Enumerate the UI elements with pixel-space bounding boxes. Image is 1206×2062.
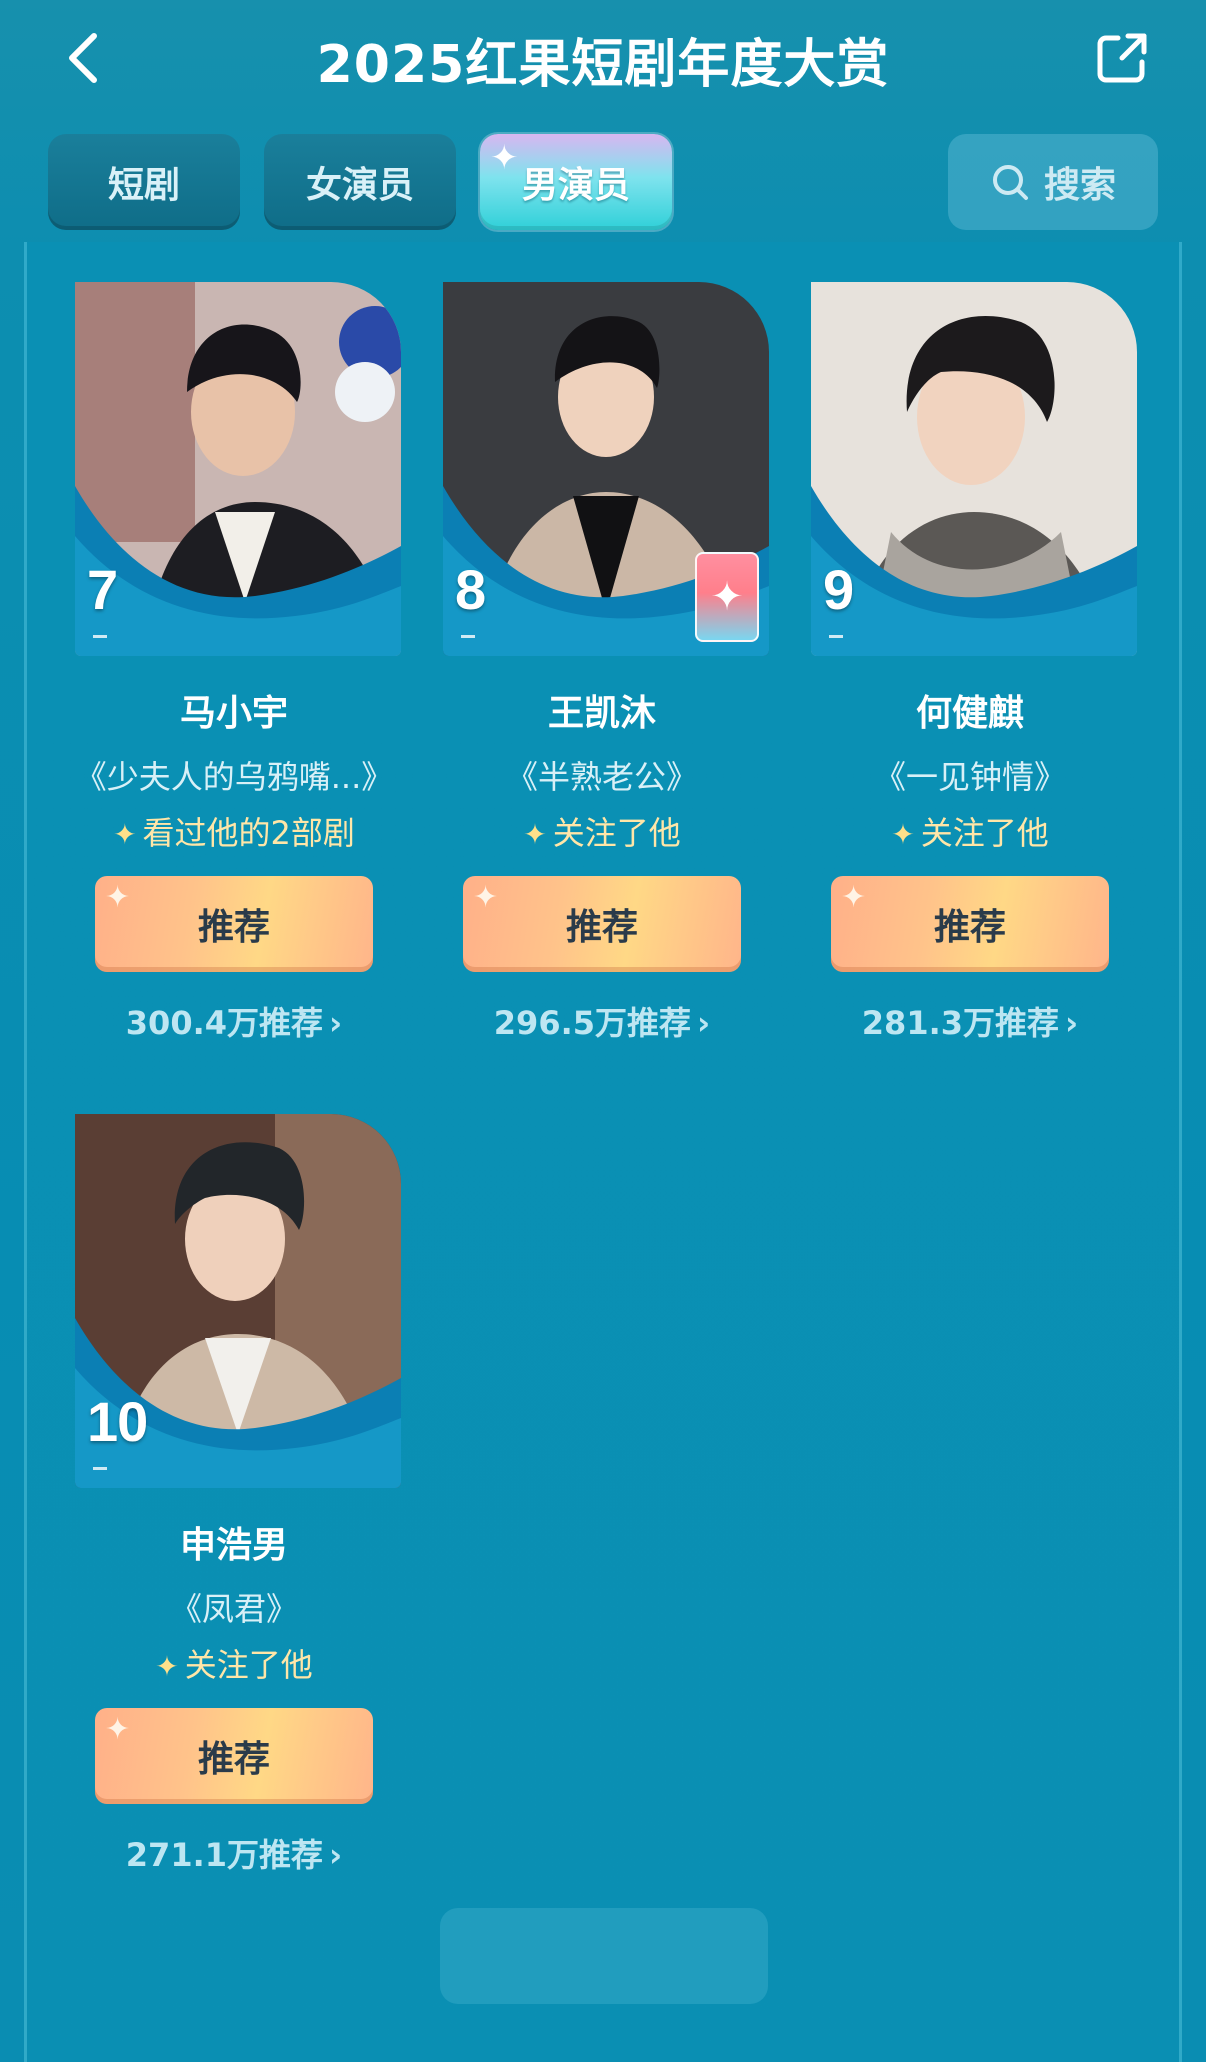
recommend-button[interactable]: ✦ 推荐 — [463, 876, 741, 972]
ranking-panel: 7 马小宇 《少夫人的乌鸦嘴...》 ✦ 看过他的2部剧 ✦ 推荐 300.4万推… — [24, 242, 1182, 2062]
recommend-count[interactable]: 296.5万推荐 › — [437, 998, 767, 1044]
drama-title[interactable]: 《半熟老公》 — [437, 752, 767, 798]
recommend-button[interactable]: ✦ 推荐 — [95, 876, 373, 972]
sparkle-icon: ✦ — [155, 1650, 179, 1683]
search-label: 搜索 — [1043, 165, 1116, 206]
recommend-label: 推荐 — [197, 907, 270, 948]
footer-button[interactable] — [440, 1908, 768, 2004]
tab-dramas[interactable]: 短剧 — [48, 134, 240, 230]
page: 2025红果短剧年度大赏 短剧 女演员 ✦ 男演员 搜索 7 马小宇 《少夫人的… — [0, 0, 1206, 2062]
actor-name: 申浩男 — [179, 1525, 288, 1566]
recommend-count[interactable]: 300.4万推荐 › — [69, 998, 399, 1044]
card-wave-decoration — [75, 486, 401, 656]
sparkle-icon: ✦ — [473, 880, 499, 915]
recommend-label: 推荐 — [933, 907, 1006, 948]
tab-actresses[interactable]: 女演员 — [264, 134, 456, 230]
chevron-right-icon: › — [329, 1004, 343, 1042]
actor-photo[interactable]: 7 — [75, 282, 401, 656]
tab-label: 短剧 — [107, 165, 180, 206]
recommend-button[interactable]: ✦ 推荐 — [831, 876, 1109, 972]
tab-actors[interactable]: ✦ 男演员 — [480, 134, 672, 230]
recommend-label: 推荐 — [197, 1739, 270, 1780]
card-wave-decoration — [811, 486, 1137, 656]
actor-name: 马小宇 — [179, 693, 288, 734]
sparkle-icon: ✦ — [113, 818, 137, 851]
tab-bar: 短剧 女演员 ✦ 男演员 搜索 — [0, 134, 1206, 234]
rank-number: 7 — [87, 558, 118, 621]
rank-number: 9 — [823, 558, 854, 621]
relation-note: ✦ 关注了他 — [437, 808, 767, 854]
sparkle-icon: ✦ — [891, 818, 915, 851]
rank-underline — [93, 1467, 107, 1470]
sparkle-icon: ✦ — [105, 880, 131, 915]
actor-card[interactable]: 9 何健麒 《一见钟情》 ✦ 关注了他 ✦ 推荐 281.3万推荐 › — [805, 282, 1137, 1044]
recommend-count-text: 300.4万推荐 — [125, 1004, 324, 1042]
drama-title[interactable]: 《少夫人的乌鸦嘴...》 — [69, 752, 399, 798]
rank-underline — [461, 635, 475, 638]
actor-name: 王凯沐 — [547, 693, 656, 734]
chevron-right-icon: › — [329, 1836, 343, 1874]
relation-note: ✦ 关注了他 — [69, 1640, 399, 1686]
search-icon — [992, 165, 1028, 200]
recommend-count[interactable]: 281.3万推荐 › — [805, 998, 1135, 1044]
share-icon — [1097, 33, 1147, 83]
actor-name: 何健麒 — [915, 693, 1024, 734]
relation-note-text: 关注了他 — [552, 814, 681, 852]
recommend-count-text: 271.1万推荐 — [125, 1836, 324, 1874]
actor-card[interactable]: 8 ✦ 王凯沐 《半熟老公》 ✦ 关注了他 ✦ 推荐 296.5万推荐 › — [437, 282, 769, 1044]
recommend-count-text: 281.3万推荐 — [861, 1004, 1060, 1042]
recommend-label: 推荐 — [565, 907, 638, 948]
sparkle-icon: ✦ — [523, 818, 547, 851]
recommend-button[interactable]: ✦ 推荐 — [95, 1708, 373, 1804]
rank-number: 8 — [455, 558, 486, 621]
sparkle-badge-icon: ✦ — [695, 552, 759, 642]
relation-note: ✦ 关注了他 — [805, 808, 1135, 854]
actor-photo[interactable]: 9 — [811, 282, 1137, 656]
search-button[interactable]: 搜索 — [948, 134, 1158, 230]
page-title: 2025红果短剧年度大赏 — [316, 35, 890, 95]
chevron-right-icon: › — [697, 1004, 711, 1042]
tab-label: 男演员 — [521, 165, 630, 206]
drama-title[interactable]: 《凤君》 — [69, 1584, 399, 1630]
sparkle-icon: ✦ — [490, 138, 519, 178]
sparkle-icon: ✦ — [841, 880, 867, 915]
recommend-count-text: 296.5万推荐 — [493, 1004, 692, 1042]
recommend-count[interactable]: 271.1万推荐 › — [69, 1830, 399, 1876]
actor-card[interactable]: 10 申浩男 《凤君》 ✦ 关注了他 ✦ 推荐 271.1万推荐 › — [69, 1114, 401, 1876]
actor-photo[interactable]: 8 ✦ — [443, 282, 769, 656]
chevron-right-icon: › — [1065, 1004, 1079, 1042]
tab-label: 女演员 — [305, 165, 414, 206]
rank-number: 10 — [87, 1390, 148, 1453]
header: 2025红果短剧年度大赏 — [0, 0, 1206, 120]
relation-note-text: 关注了他 — [184, 1646, 313, 1684]
actor-photo[interactable]: 10 — [75, 1114, 401, 1488]
drama-title[interactable]: 《一见钟情》 — [805, 752, 1135, 798]
relation-note-text: 关注了他 — [920, 814, 1049, 852]
rank-underline — [829, 635, 843, 638]
sparkle-icon: ✦ — [105, 1712, 131, 1747]
relation-note: ✦ 看过他的2部剧 — [69, 808, 399, 854]
relation-note-text: 看过他的2部剧 — [142, 814, 355, 852]
actor-card[interactable]: 7 马小宇 《少夫人的乌鸦嘴...》 ✦ 看过他的2部剧 ✦ 推荐 300.4万推… — [69, 282, 401, 1044]
rank-underline — [93, 635, 107, 638]
share-button[interactable] — [1092, 28, 1152, 88]
